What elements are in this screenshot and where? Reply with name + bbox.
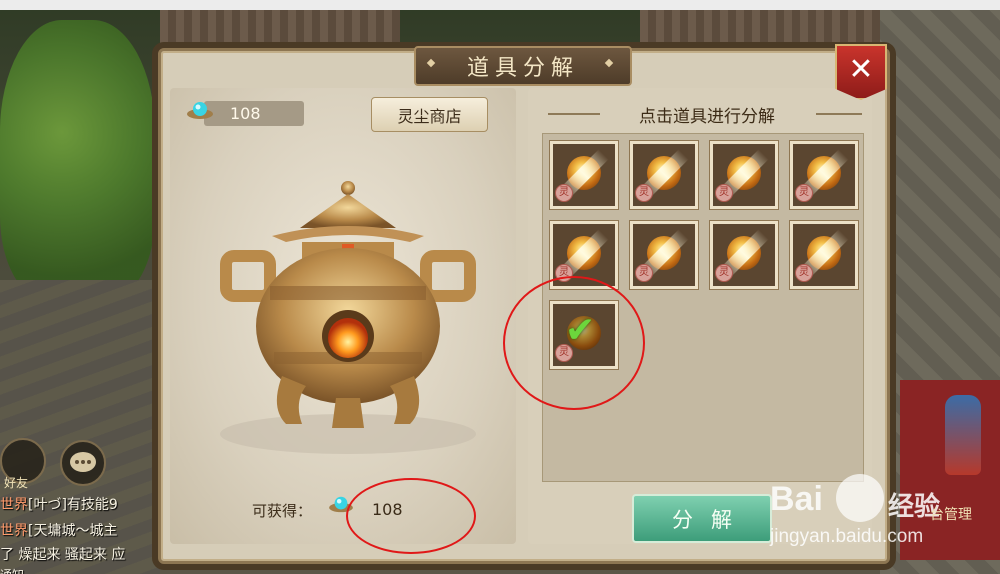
annotation-circle	[346, 478, 476, 554]
currency-value: 108	[230, 104, 261, 123]
baidu-paw-icon	[836, 474, 884, 522]
baidu-watermark: Bai 经验 jingyan.baidu.com 台管理	[770, 474, 1000, 574]
spirit-seal-icon: 灵	[795, 184, 813, 202]
dialog-title-plate: 道具分解	[414, 46, 632, 86]
spirit-seal-icon: 灵	[635, 264, 653, 282]
item-slot[interactable]: 灵	[630, 221, 698, 289]
spirit-seal-icon: 灵	[715, 264, 733, 282]
chat-message: 了 燥起来 骚起来 应	[0, 547, 126, 563]
spirit-seal-icon: 灵	[715, 184, 733, 202]
decompose-button[interactable]: 分解	[632, 494, 772, 543]
close-button[interactable]: ✕	[835, 44, 887, 100]
top-strip	[0, 0, 1000, 10]
spirit-seal-icon: 灵	[795, 264, 813, 282]
chat-message: [叶づ]有技能9	[28, 497, 118, 513]
item-slot[interactable]: 灵	[790, 141, 858, 209]
chat-channel-tag: 世界	[0, 523, 28, 539]
decompose-label: 分解	[672, 507, 750, 532]
watermark-url: jingyan.baidu.com	[770, 526, 924, 547]
chat-message: 通知	[0, 568, 24, 574]
dialog-title: 道具分解	[466, 56, 579, 81]
spirit-seal-icon: 灵	[555, 184, 573, 202]
chat-line[interactable]: 世界[天墉城～城主	[0, 520, 117, 540]
soul-dust-gem-icon	[187, 102, 213, 119]
background-label: 台管理	[930, 507, 972, 523]
chat-bubble-icon[interactable]	[60, 440, 106, 486]
chat-message: [天墉城～城主	[28, 523, 118, 539]
chat-line[interactable]: 通知	[0, 566, 24, 574]
chat-line[interactable]: 世界[叶づ]有技能9	[0, 494, 118, 514]
baidu-logo-text: Bai	[770, 480, 823, 518]
soul-dust-shop-button[interactable]: 灵尘商店	[371, 97, 488, 132]
npc-statue[interactable]	[945, 395, 981, 475]
chat-line[interactable]: 了 燥起来 骚起来 应	[0, 544, 125, 564]
item-slot[interactable]: 灵	[550, 141, 618, 209]
cauldron-icon	[220, 181, 476, 454]
annotation-circle	[503, 276, 645, 410]
item-slot[interactable]: 灵	[630, 141, 698, 209]
item-slot[interactable]: 灵	[790, 221, 858, 289]
gain-label: 可获得：	[252, 502, 313, 520]
willow-tree	[0, 20, 155, 300]
chat-icon	[70, 452, 96, 472]
item-slot[interactable]: 灵	[710, 141, 778, 209]
item-slot[interactable]: 灵	[710, 221, 778, 289]
chat-channel-tag: 世界	[0, 497, 28, 513]
friends-label: 好友	[4, 476, 29, 490]
instruction-text: 点击道具进行分解	[639, 107, 775, 127]
roof-tiles	[160, 10, 400, 50]
spirit-seal-icon: 灵	[635, 184, 653, 202]
close-icon: ✕	[848, 51, 874, 87]
